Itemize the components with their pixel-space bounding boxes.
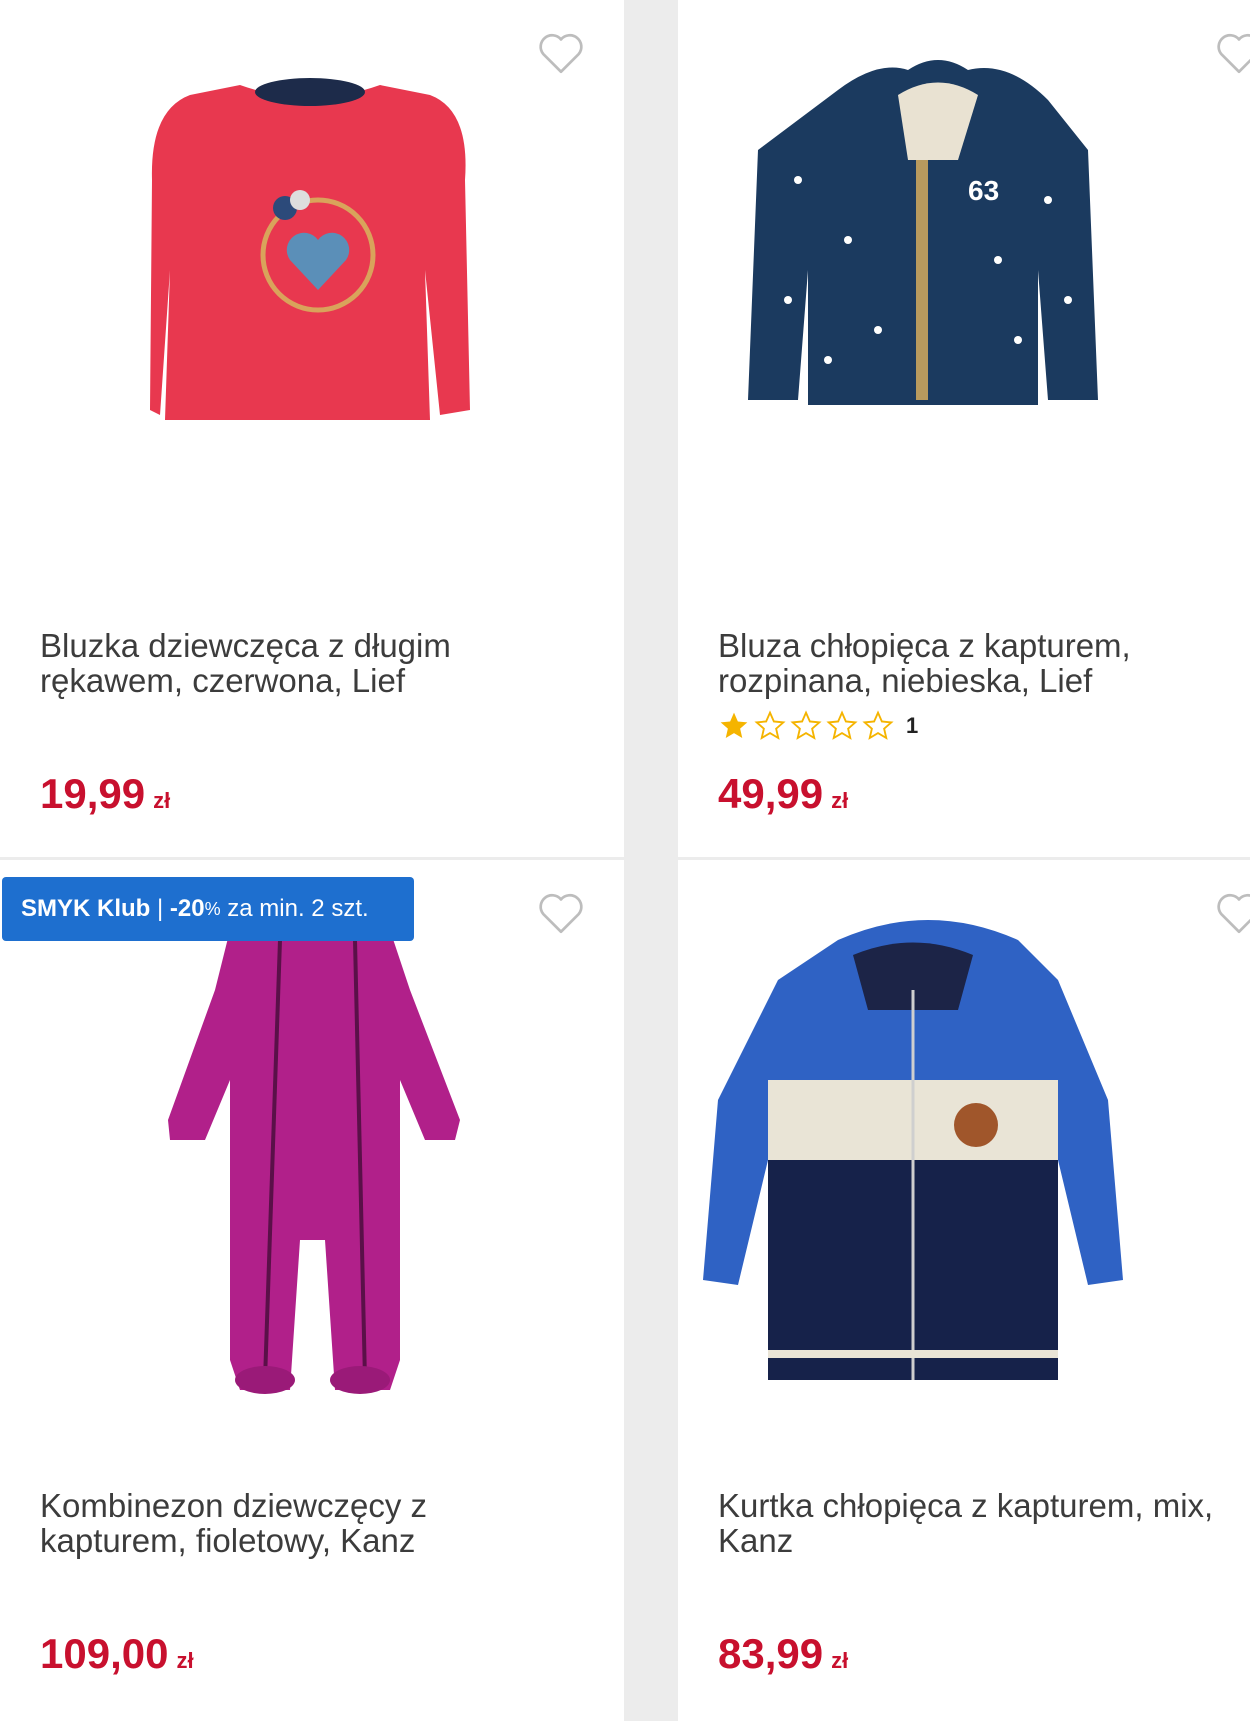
price-value: 49,99 — [718, 770, 824, 817]
badge-separator: | — [150, 895, 170, 922]
product-card[interactable]: Kurtka chłopięca z kapturem, mix, Kanz 8… — [678, 860, 1250, 1721]
product-image[interactable] — [0, 40, 624, 580]
badge-percent: % — [204, 898, 221, 919]
product-price: 49,99 zł — [718, 770, 848, 818]
star-outline-icon — [826, 710, 858, 740]
star-outline-icon — [790, 710, 822, 740]
price-currency: zł — [831, 788, 849, 813]
product-title[interactable]: Bluza chłopięca z kapturem, rozpinana, n… — [718, 628, 1238, 698]
product-grid: Bluzka dziewczęca z długim rękawem, czer… — [0, 0, 1250, 1721]
product-rating: 1 — [718, 710, 918, 742]
product-card[interactable]: 63 Bluza chłopięca z kapturem, rozpinana… — [678, 0, 1250, 857]
badge-text: za min. 2 szt. — [220, 895, 369, 922]
product-image[interactable]: 63 — [678, 40, 1250, 580]
product-image[interactable] — [0, 900, 624, 1440]
price-value: 83,99 — [718, 1630, 824, 1677]
promo-badge: SMYK Klub | -20% za min. 2 szt. — [2, 877, 414, 941]
price-value: 19,99 — [40, 770, 146, 817]
price-currency: zł — [831, 1648, 849, 1673]
product-image[interactable] — [678, 900, 1250, 1440]
price-value: 109,00 — [40, 1630, 169, 1677]
product-title[interactable]: Kurtka chłopięca z kapturem, mix, Kanz — [718, 1488, 1238, 1558]
star-outline-icon — [862, 710, 894, 740]
badge-brand: SMYK Klub — [21, 895, 151, 922]
product-price: 19,99 zł — [40, 770, 170, 818]
svg-text:63: 63 — [968, 175, 999, 206]
product-title[interactable]: Kombinezon dziewczęcy z kapturem, fiolet… — [40, 1488, 480, 1558]
star-filled-icon — [720, 712, 748, 738]
price-currency: zł — [153, 788, 171, 813]
star-outline-icon — [754, 710, 786, 740]
price-currency: zł — [176, 1648, 194, 1673]
product-title[interactable]: Bluzka dziewczęca z długim rękawem, czer… — [40, 628, 480, 698]
badge-discount: -20 — [169, 895, 205, 922]
product-card[interactable]: Bluzka dziewczęca z długim rękawem, czer… — [0, 0, 624, 857]
product-price: 109,00 zł — [40, 1630, 194, 1678]
product-price: 83,99 zł — [718, 1630, 848, 1678]
product-card[interactable]: SMYK Klub | -20% za min. 2 szt. Kombinez… — [0, 860, 624, 1721]
rating-count: 1 — [906, 713, 919, 738]
